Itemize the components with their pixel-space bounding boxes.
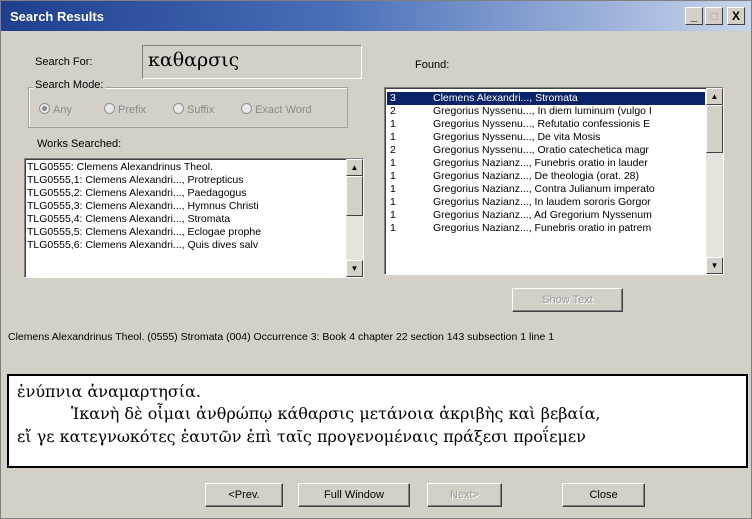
found-list-item[interactable]: 1 Gregorius Nyssenu..., Refutatio confess…: [387, 118, 705, 131]
passage-line: Ἱκανὴ δὲ οἶμαι ἀνθρώπῳ κάθαρσις μετάνοια…: [71, 404, 601, 423]
found-count: 1: [390, 222, 396, 234]
found-scrollbar[interactable]: ▲ ▼: [706, 88, 723, 274]
works-scroll-down-button[interactable]: ▼: [346, 260, 363, 277]
work-list-item[interactable]: TLG0555,2: Clemens Alexandri..., Paedago…: [27, 187, 345, 200]
window-title: Search Results: [10, 9, 104, 24]
found-list-item[interactable]: 2 Gregorius Nyssenu..., Oratio catechetic…: [387, 144, 705, 157]
close-icon: X: [731, 9, 740, 23]
found-scroll-down-button[interactable]: ▼: [706, 257, 723, 274]
found-title: Gregorius Nazianz..., In laudem sororis …: [433, 196, 651, 208]
found-list-item[interactable]: 1 Gregorius Nazianz..., In laudem sororis…: [387, 196, 705, 209]
found-count: 1: [390, 209, 396, 221]
found-list-item[interactable]: 1 Gregorius Nazianz..., Contra Julianum i…: [387, 183, 705, 196]
found-title: Gregorius Nyssenu..., De vita Mosis: [433, 131, 601, 143]
maximize-icon: □: [710, 9, 718, 23]
found-rows: 3 Clemens Alexandri..., Stromata 2 Gregoriu…: [387, 92, 705, 235]
found-list-item[interactable]: 1 Gregorius Nazianz..., Ad Gregorium Nyss…: [387, 209, 705, 222]
show-text-button: Show Text: [512, 288, 623, 312]
search-term-field[interactable]: καθαρσις: [142, 45, 362, 79]
found-count: 1: [390, 131, 396, 143]
passage-text-area[interactable]: ἐνύπνια ἀναμαρτησία. Ἱκανὴ δὲ οἶμαι ἀνθρ…: [7, 374, 748, 468]
found-title: Gregorius Nyssenu..., Refutatio confessi…: [433, 118, 651, 130]
found-list-item[interactable]: 1 Gregorius Nazianz..., De theologia (ora…: [387, 170, 705, 183]
found-list-item[interactable]: 3 Clemens Alexandri..., Stromata: [387, 92, 705, 105]
found-count: 3: [390, 92, 396, 104]
close-button[interactable]: Close: [562, 483, 645, 507]
mode-prefix-radio: Prefix: [104, 103, 146, 116]
arrow-up-icon: ▲: [350, 163, 359, 172]
search-mode-label: Search Mode:: [33, 79, 106, 91]
arrow-up-icon: ▲: [710, 92, 719, 101]
full-window-button[interactable]: Full Window: [298, 483, 410, 507]
found-count: 1: [390, 170, 396, 182]
works-scrollbar[interactable]: ▲ ▼: [346, 159, 363, 277]
works-scroll-thumb[interactable]: [346, 176, 363, 216]
work-list-item[interactable]: TLG0555: Clemens Alexandrinus Theol.: [27, 161, 345, 174]
radio-icon: [104, 103, 115, 114]
found-count: 1: [390, 118, 396, 130]
mode-exact-word-radio: Exact Word: [241, 103, 312, 116]
mode-suffix-radio: Suffix: [173, 103, 214, 116]
next-button: Next>: [427, 483, 502, 507]
works-searched-label: Works Searched:: [37, 138, 122, 150]
found-list[interactable]: 3 Clemens Alexandri..., Stromata 2 Gregoriu…: [384, 87, 724, 275]
found-title: Gregorius Nazianz..., Ad Gregorium Nysse…: [433, 209, 652, 221]
work-list-item[interactable]: TLG0555,5: Clemens Alexandri..., Eclogae…: [27, 226, 345, 239]
found-count: 2: [390, 144, 396, 156]
search-results-window: Search Results _ □ X Search For: καθαρσι…: [0, 0, 752, 519]
minimize-button[interactable]: _: [685, 7, 703, 25]
title-bar[interactable]: Search Results _ □ X: [1, 1, 751, 31]
passage-line: εἴ γε κατεγνωκότες ἑαυτῶν ἐπὶ ταῖς προγε…: [17, 427, 586, 446]
found-title: Gregorius Nyssenu..., In diem luminum (v…: [433, 105, 652, 117]
arrow-down-icon: ▼: [350, 264, 359, 273]
works-scroll-up-button[interactable]: ▲: [346, 159, 363, 176]
work-list-item[interactable]: TLG0555,3: Clemens Alexandri..., Hymnus …: [27, 200, 345, 213]
prev-button[interactable]: <Prev.: [205, 483, 283, 507]
close-window-button[interactable]: X: [727, 7, 745, 25]
mode-any-radio: Any: [39, 103, 72, 116]
found-title: Gregorius Nazianz..., Funebris oratio in…: [433, 222, 652, 234]
found-count: 1: [390, 183, 396, 195]
found-count: 1: [390, 196, 396, 208]
found-count: 1: [390, 157, 396, 169]
found-list-item[interactable]: 2 Gregorius Nyssenu..., In diem luminum (…: [387, 105, 705, 118]
found-list-item[interactable]: 1 Gregorius Nazianz..., Funebris oratio i…: [387, 157, 705, 170]
citation-text: Clemens Alexandrinus Theol. (0555) Strom…: [8, 331, 555, 343]
found-list-item[interactable]: 1 Gregorius Nazianz..., Funebris oratio i…: [387, 222, 705, 235]
radio-selected-icon: [39, 103, 50, 114]
arrow-down-icon: ▼: [710, 261, 719, 270]
found-title: Clemens Alexandri..., Stromata: [433, 92, 578, 104]
radio-icon: [241, 103, 252, 114]
found-title: Gregorius Nazianz..., Contra Julianum im…: [433, 183, 655, 195]
found-scroll-thumb[interactable]: [706, 105, 723, 153]
works-rows: TLG0555: Clemens Alexandrinus Theol. TLG0…: [27, 161, 345, 252]
radio-icon: [173, 103, 184, 114]
work-list-item[interactable]: TLG0555,1: Clemens Alexandri..., Protrep…: [27, 174, 345, 187]
work-list-item[interactable]: TLG0555,6: Clemens Alexandri..., Quis di…: [27, 239, 345, 252]
search-term-value: καθαρσις: [148, 49, 240, 71]
search-for-label: Search For:: [35, 56, 93, 68]
found-title: Gregorius Nazianz..., Funebris oratio in…: [433, 157, 648, 169]
maximize-button: □: [705, 7, 723, 25]
work-list-item[interactable]: TLG0555,4: Clemens Alexandri..., Stromat…: [27, 213, 345, 226]
found-label: Found:: [415, 59, 450, 71]
found-title: Gregorius Nazianz..., De theologia (orat…: [433, 170, 640, 182]
minimize-icon: _: [690, 9, 698, 23]
passage-line: ἐνύπνια ἀναμαρτησία.: [17, 382, 201, 401]
found-list-item[interactable]: 1 Gregorius Nyssenu..., De vita Mosis: [387, 131, 705, 144]
found-title: Gregorius Nyssenu..., Oratio catechetica…: [433, 144, 649, 156]
works-searched-list[interactable]: TLG0555: Clemens Alexandrinus Theol. TLG0…: [24, 158, 364, 278]
found-scroll-up-button[interactable]: ▲: [706, 88, 723, 105]
found-count: 2: [390, 105, 396, 117]
